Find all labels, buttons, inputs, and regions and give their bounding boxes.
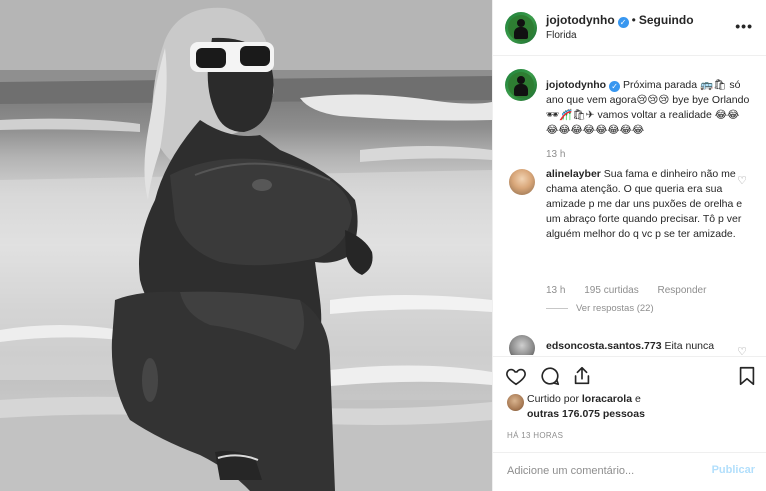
liked-by-prefix: Curtido por — [527, 393, 582, 405]
post-header: jojotodynho ✓ • Seguindo Florida ••• — [493, 0, 766, 56]
reply-button[interactable]: Responder — [658, 285, 707, 296]
verified-badge-icon: ✓ — [617, 17, 629, 28]
post-timestamp[interactable]: HÁ 13 HORAS — [507, 431, 563, 440]
comment-text: edsoncosta.santos.773 Eita nunca — [546, 339, 751, 354]
caption-avatar[interactable] — [505, 69, 537, 101]
comment-text: alinelayber Sua fama e dinheiro não me c… — [546, 167, 751, 242]
bookmark-icon[interactable] — [736, 365, 758, 387]
view-replies-label: Ver respostas (22) — [576, 303, 654, 314]
author-username[interactable]: jojotodynho — [546, 13, 615, 27]
comment-username[interactable]: alinelayber — [546, 168, 601, 180]
comment-meta: 13 h 195 curtidas Responder — [546, 285, 722, 296]
following-button[interactable]: Seguindo — [639, 13, 694, 27]
post-photo[interactable] — [0, 0, 492, 491]
instagram-post: jojotodynho ✓ • Seguindo Florida ••• jojoto… — [0, 0, 766, 491]
add-comment-bar: Publicar — [493, 452, 766, 491]
comment-likes-count[interactable]: 195 curtidas — [584, 285, 638, 296]
liked-by-user[interactable]: loracarola — [582, 393, 632, 405]
comment-like-heart-icon[interactable]: ♡ — [737, 345, 747, 355]
header-separator: • — [631, 13, 636, 27]
share-icon[interactable] — [571, 365, 593, 387]
liked-by-text: Curtido por loracarola e outras 176.075 … — [527, 392, 757, 422]
comment-icon[interactable] — [539, 365, 561, 387]
liked-by-avatar[interactable] — [507, 394, 524, 411]
caption-username[interactable]: jojotodynho — [546, 79, 606, 91]
view-replies-button[interactable]: Ver respostas (22) — [546, 303, 654, 314]
comments-list[interactable]: jojotodynho ✓ Próxima parada 🚌🛍 só ano qu… — [493, 57, 766, 355]
liked-by-middle: e — [632, 393, 641, 405]
replies-divider — [546, 307, 568, 309]
more-dots-icon[interactable]: ••• — [735, 18, 753, 34]
commenter-avatar[interactable] — [509, 335, 535, 355]
comment-like-heart-icon[interactable]: ♡ — [737, 174, 747, 187]
heart-icon[interactable] — [505, 365, 527, 387]
header-username-row: jojotodynho ✓ • Seguindo — [546, 13, 694, 28]
comment-body: Eita nunca — [661, 340, 715, 352]
publish-button[interactable]: Publicar — [712, 464, 755, 476]
caption-text: jojotodynho ✓ Próxima parada 🚌🛍 só ano qu… — [546, 78, 751, 138]
beach-photo-illustration — [0, 0, 492, 491]
caption-time: 13 h — [546, 149, 566, 160]
comment-time: 13 h — [546, 285, 566, 296]
commenter-avatar[interactable] — [509, 169, 535, 195]
location-link[interactable]: Florida — [546, 30, 577, 41]
caption-meta: 13 h — [546, 149, 581, 160]
comment-username[interactable]: edsoncosta.santos.773 — [546, 340, 662, 352]
author-avatar[interactable] — [505, 12, 537, 44]
verified-badge-icon: ✓ — [609, 81, 621, 92]
comment-input[interactable] — [507, 461, 697, 481]
liked-by-others[interactable]: outras 176.075 pessoas — [527, 408, 645, 420]
post-side-panel: jojotodynho ✓ • Seguindo Florida ••• jojoto… — [492, 0, 766, 491]
